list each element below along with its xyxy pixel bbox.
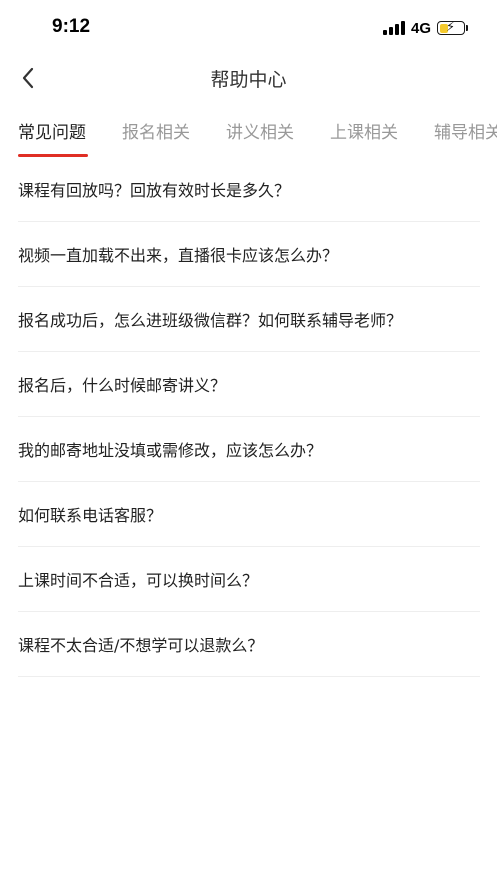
faq-item[interactable]: 上课时间不合适，可以换时间么？ <box>18 547 480 612</box>
faq-item[interactable]: 视频一直加载不出来，直播很卡应该怎么办？ <box>18 222 480 287</box>
faq-item[interactable]: 报名成功后，怎么进班级微信群？如何联系辅导老师？ <box>18 287 480 352</box>
battery-icon: ⚡ <box>437 20 468 35</box>
tab-handouts[interactable]: 讲义相关 <box>226 118 294 143</box>
cellular-signal-icon <box>382 21 405 35</box>
page-title: 帮助中心 <box>210 69 287 91</box>
faq-item[interactable]: 课程不太合适/不想学可以退款么？ <box>18 612 480 677</box>
charging-bolt-icon: ⚡ <box>446 20 456 35</box>
faq-list: 课程有回放吗？回放有效时长是多久？ 视频一直加载不出来，直播很卡应该怎么办？ 报… <box>18 157 480 677</box>
status-time: 9:12 <box>52 16 91 37</box>
status-indicators: 4G ⚡ <box>382 19 468 37</box>
tab-classes[interactable]: 上课相关 <box>330 118 398 143</box>
faq-item[interactable]: 如何联系电话客服？ <box>18 482 480 547</box>
faq-item[interactable]: 课程有回放吗？回放有效时长是多久？ <box>18 157 480 222</box>
navigation-bar: 帮助中心 <box>0 56 497 100</box>
faq-item[interactable]: 报名后，什么时候邮寄讲义？ <box>18 352 480 417</box>
status-bar: 9:12 4G ⚡ <box>0 0 497 56</box>
category-tabs: 常见问题 报名相关 讲义相关 上课相关 辅导相关 <box>0 112 497 160</box>
tab-registration[interactable]: 报名相关 <box>122 118 190 143</box>
network-type: 4G <box>410 19 431 37</box>
tab-common-questions[interactable]: 常见问题 <box>18 118 86 143</box>
tab-tutoring[interactable]: 辅导相关 <box>434 118 497 143</box>
faq-item[interactable]: 我的邮寄地址没填或需修改，应该怎么办？ <box>18 417 480 482</box>
